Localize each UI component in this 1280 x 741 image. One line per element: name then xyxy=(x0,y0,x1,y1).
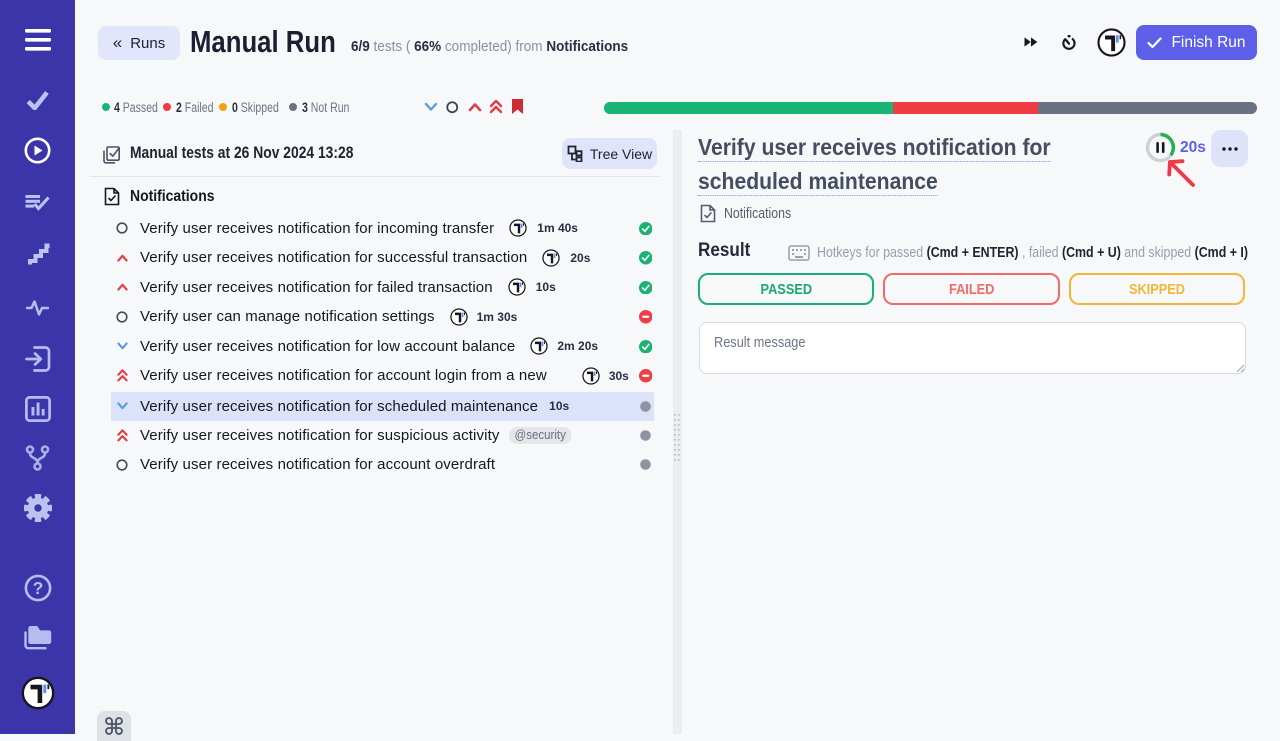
svg-text:?: ? xyxy=(32,578,43,598)
